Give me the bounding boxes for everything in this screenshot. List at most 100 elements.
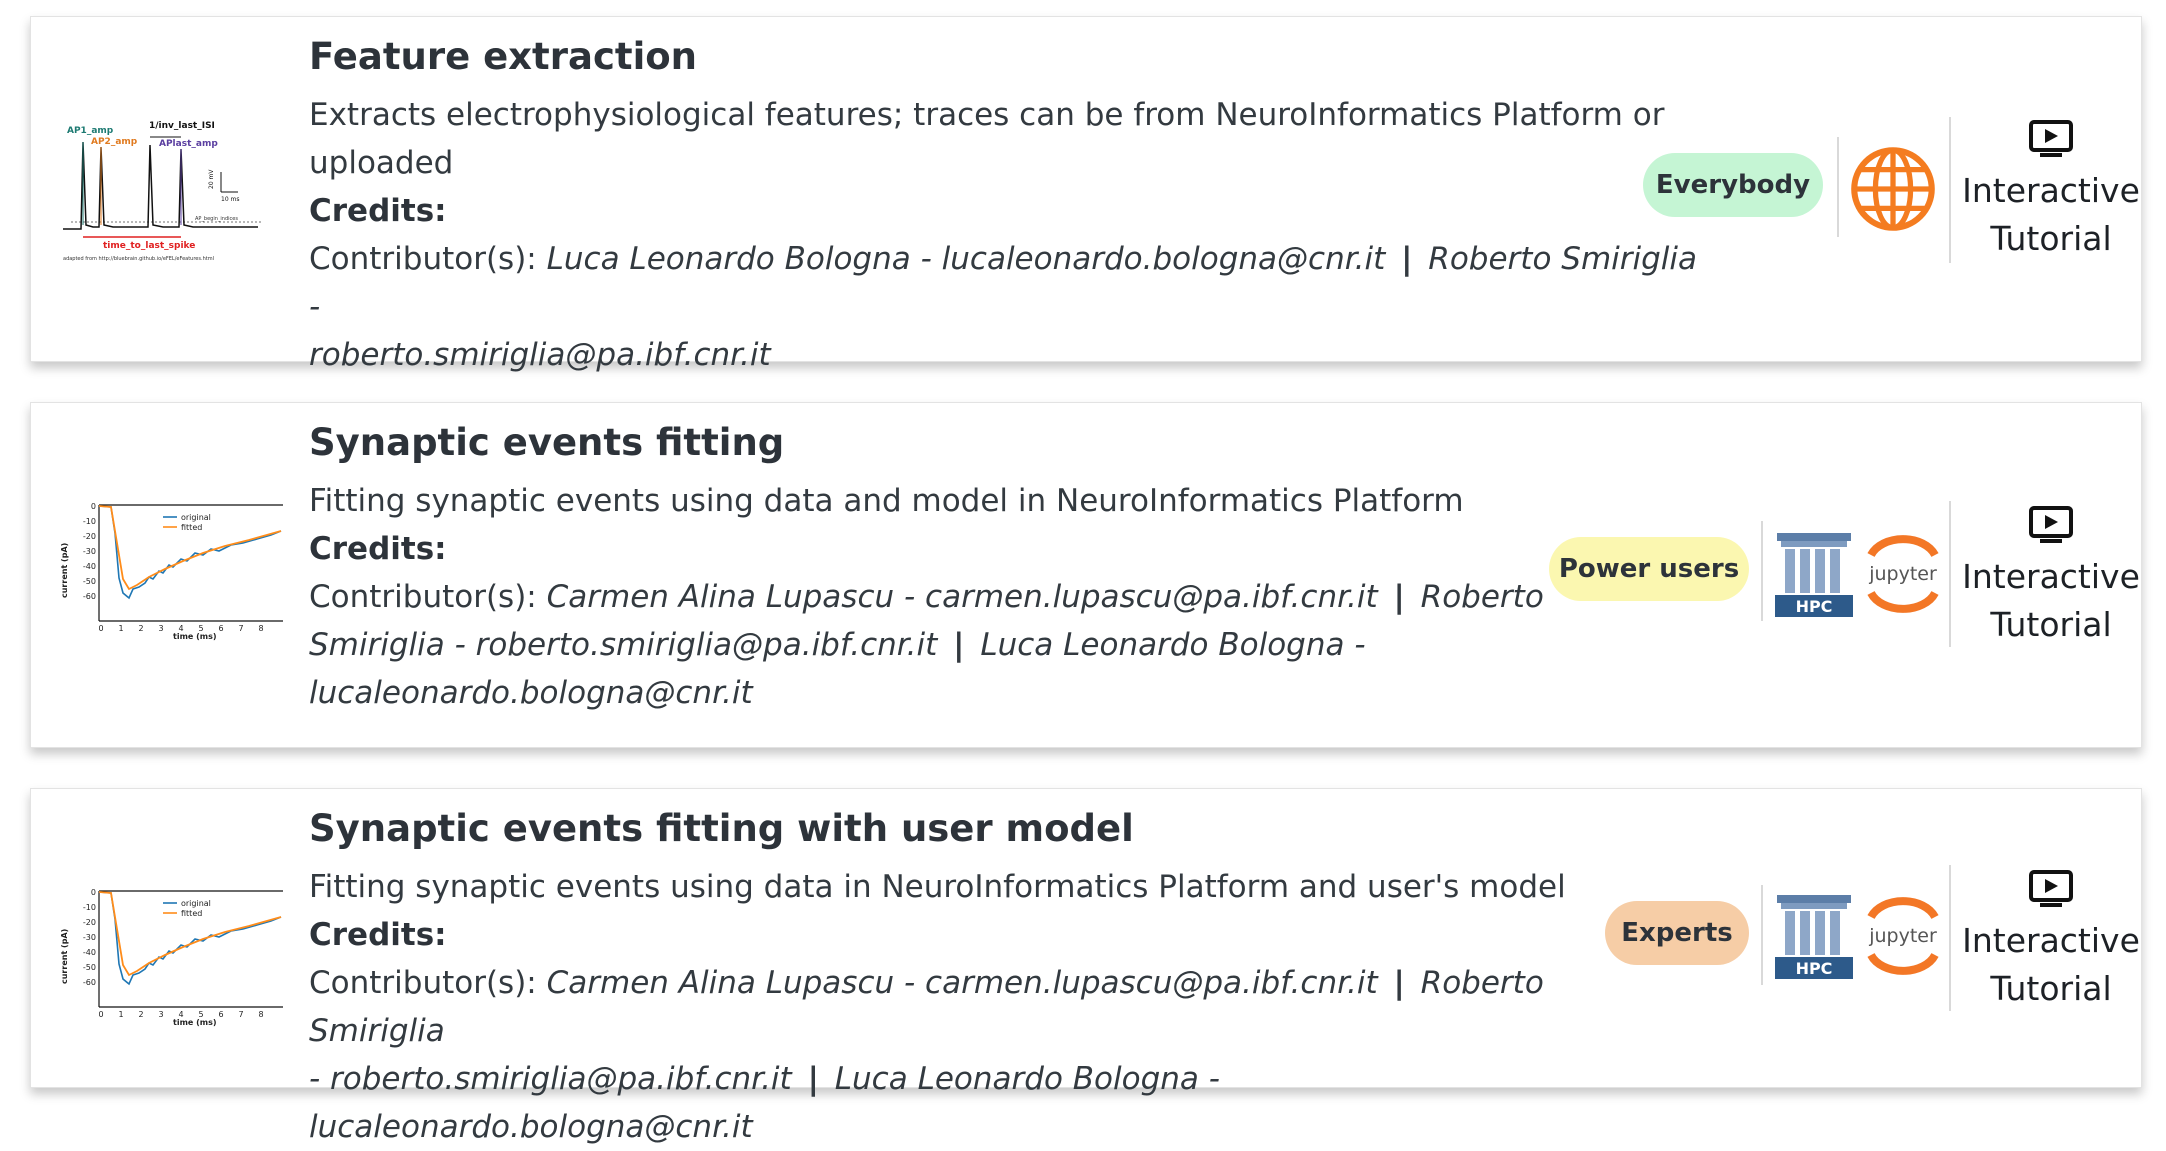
audience-badge: Experts [1605,901,1749,965]
interactive-tutorial-link[interactable]: Interactive Tutorial [1961,505,2141,649]
contributor-entry: - roberto.smiriglia@pa.ibf.cnr.it [309,1061,792,1097]
x-tick: 3 [158,624,163,633]
thumb-label-source: adapted from http://bluebrain.github.io/… [63,256,214,262]
contributor-entry: Roberto [1420,579,1544,615]
card-title[interactable]: Synaptic events fitting [309,421,1579,477]
y-tick: -30 [83,933,96,942]
jupyter-label: jupyter [1868,925,1937,947]
y-axis-label: current (pA) [60,543,69,598]
video-play-icon [2029,120,2073,157]
globe-icon [1849,145,1937,233]
y-tick: 0 [91,502,96,511]
thumb-label-ap1: AP1_amp [67,126,114,136]
x-tick: 2 [138,1010,143,1019]
tutorial-label: Interactive [1962,557,2140,596]
y-tick: -20 [83,532,96,541]
video-play-icon [2029,870,2073,907]
audience-badge: Power users [1549,537,1749,601]
contributor-entry: Carmen Alina Lupascu - carmen.lupascu@pa… [546,965,1378,1001]
contributors-label: Contributor(s): [309,241,537,277]
x-tick: 5 [198,624,203,633]
credits-label: Credits: [309,917,447,953]
hpc-icon: HPC [1773,531,1855,617]
legend-fitted: fitted [181,909,202,918]
jupyter-icon: jupyter [1861,531,1945,617]
thumb-label-scale-v: 20 mV [208,169,215,189]
video-play-icon [2029,506,2073,543]
x-tick: 0 [98,1010,103,1019]
tutorial-label: Tutorial [1990,219,2112,258]
x-tick: 6 [218,624,223,633]
y-tick: -60 [83,978,96,987]
y-tick: -60 [83,592,96,601]
jupyter-label: jupyter [1868,563,1937,585]
synaptic-fit-plot: original fitted current (pA) time (ms) 0… [60,502,283,641]
contributor-separator: | [1393,579,1405,615]
hpc-label: HPC [1796,959,1833,978]
card-content: Synaptic events fitting with user model … [309,807,1649,1151]
card-description: Fitting synaptic events using data in Ne… [309,863,1649,911]
x-tick: 7 [238,1010,243,1019]
thumb-label-begin: AP_begin_indices [195,216,238,222]
feature-extraction-thumbnail: AP1_amp AP2_amp 1/inv_last_ISI APlast_am… [53,107,283,297]
contributor-separator: | [807,1061,819,1097]
credits-label: Credits: [309,531,447,567]
card-title[interactable]: Feature extraction [309,35,1699,91]
x-tick: 7 [238,624,243,633]
x-tick: 0 [98,624,103,633]
divider [1837,137,1839,237]
x-tick: 4 [178,1010,183,1019]
contributor-entry: Luca Leonardo Bologna - lucaleonardo.bol… [546,241,1386,277]
x-tick: 5 [198,1010,203,1019]
app-card-feature-extraction[interactable]: AP1_amp AP2_amp 1/inv_last_ISI APlast_am… [30,16,2142,373]
thumb-label-inv: 1/inv_last_ISI [149,121,215,131]
jupyter-icon: jupyter [1861,893,1945,979]
interactive-tutorial-link[interactable]: Interactive Tutorial [1961,869,2141,1013]
efel-features-diagram: AP1_amp AP2_amp 1/inv_last_ISI APlast_am… [63,121,263,262]
x-axis-label: time (ms) [173,1018,217,1027]
divider [1949,501,1951,647]
hpc-label: HPC [1796,597,1833,616]
audience-badge: Everybody [1643,153,1823,217]
thumb-label-ap2: AP2_amp [91,137,138,147]
contributor-entry: lucaleonardo.bologna@cnr.it [309,675,753,711]
x-tick: 3 [158,1010,163,1019]
contributor-entry: Luca Leonardo Bologna - [980,627,1366,663]
divider [1949,865,1951,1011]
interactive-tutorial-link[interactable]: Interactive Tutorial [1961,119,2141,263]
y-tick: -30 [83,547,96,556]
legend-original: original [181,513,211,522]
thumb-label-aplast: APlast_amp [159,139,218,149]
x-axis-label: time (ms) [173,632,217,641]
divider [1949,117,1951,263]
y-axis-label: current (pA) [60,929,69,984]
contributors-label: Contributor(s): [309,965,537,1001]
x-tick: 1 [118,624,123,633]
y-tick: -20 [83,918,96,927]
contributors: Contributor(s): Carmen Alina Lupascu - c… [309,959,1649,1151]
contributor-separator: | [1401,241,1413,277]
y-tick: -40 [83,948,96,957]
y-tick: -10 [83,517,96,526]
card-description: Fitting synaptic events using data and m… [309,477,1579,525]
app-card-synaptic-events-fitting-user-model[interactable]: original fitted current (pA) time (ms) 0… [30,788,2142,1145]
description-line: Extracts electrophysiological features; … [309,97,1665,133]
divider [1761,521,1763,621]
legend-original: original [181,899,211,908]
card-title[interactable]: Synaptic events fitting with user model [309,807,1649,863]
contributor-separator: | [1393,965,1405,1001]
app-card-synaptic-events-fitting[interactable]: original fitted current (pA) time (ms) 0… [30,402,2142,748]
thumb-label-scale-t: 10 ms [221,196,240,203]
thumb-label-ttls: time_to_last_spike [103,241,195,251]
x-tick: 2 [138,624,143,633]
x-tick: 8 [258,624,263,633]
synaptic-fitting-user-model-thumbnail: original fitted current (pA) time (ms) 0… [53,859,283,1049]
contributor-separator: | [953,627,965,663]
x-tick: 1 [118,1010,123,1019]
card-content: Synaptic events fitting Fitting synaptic… [309,421,1579,717]
x-tick: 6 [218,1010,223,1019]
y-tick: -40 [83,562,96,571]
description-line: uploaded [309,145,454,181]
synaptic-fit-plot: original fitted current (pA) time (ms) 0… [60,888,283,1027]
hpc-icon: HPC [1773,893,1855,979]
